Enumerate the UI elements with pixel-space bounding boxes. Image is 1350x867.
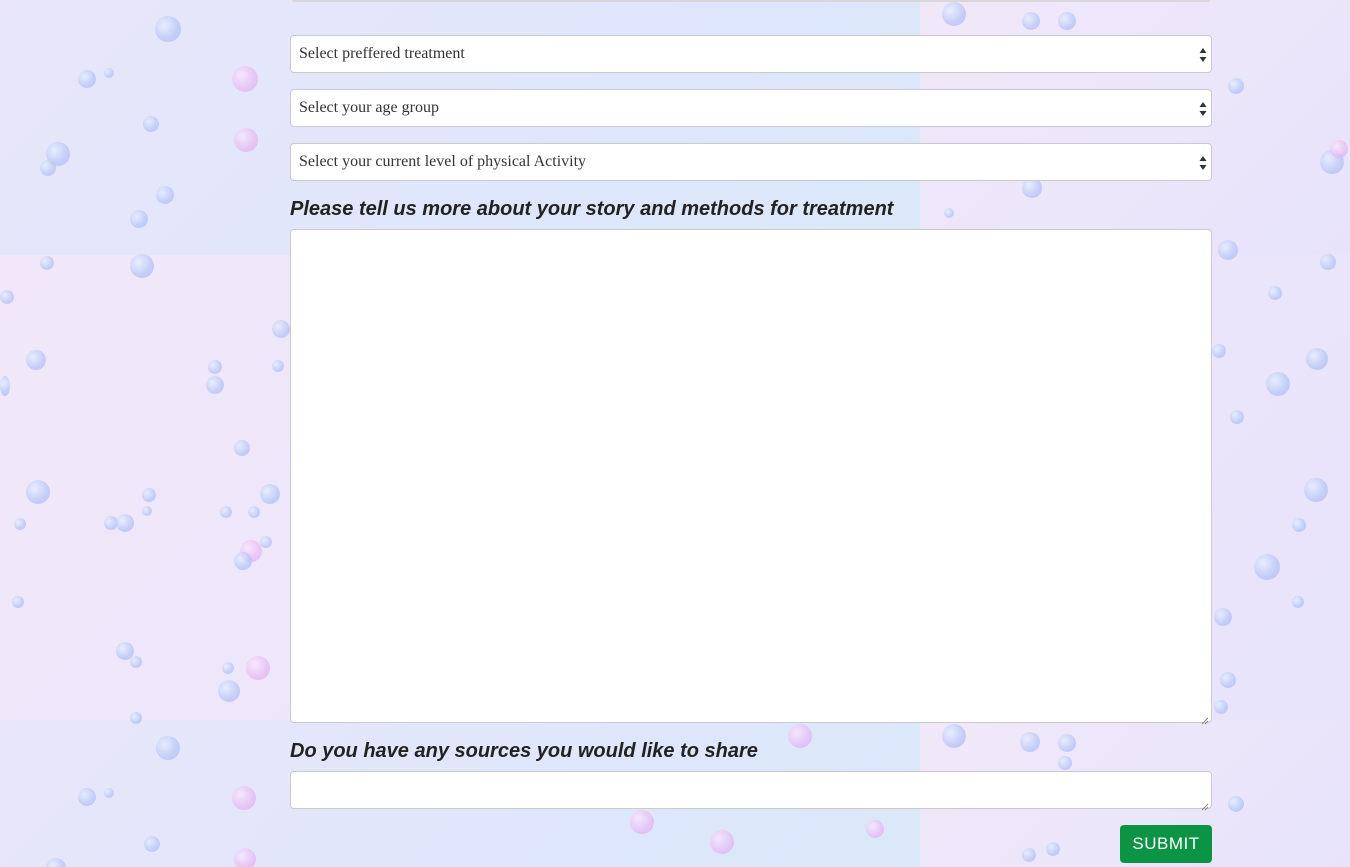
treatment-select[interactable]: Select preffered treatment bbox=[290, 35, 1212, 73]
activity-level-select[interactable]: Select your current level of physical Ac… bbox=[290, 143, 1212, 181]
resize-grip-icon[interactable] bbox=[1201, 798, 1209, 811]
age-group-select-value: Select your age group bbox=[299, 99, 439, 116]
select-arrows-icon bbox=[1199, 47, 1207, 63]
story-textarea[interactable] bbox=[290, 229, 1212, 725]
select-arrows-icon bbox=[1199, 155, 1207, 171]
activity-level-select-value: Select your current level of physical Ac… bbox=[299, 153, 587, 170]
select-arrows-icon bbox=[1199, 101, 1207, 117]
sources-textarea[interactable] bbox=[290, 771, 1212, 811]
sources-label: Do you have any sources you would like t… bbox=[290, 740, 758, 762]
resize-grip-icon[interactable] bbox=[1201, 712, 1209, 725]
treatment-select-value: Select preffered treatment bbox=[299, 45, 465, 62]
story-label: Please tell us more about your story and… bbox=[290, 198, 894, 220]
age-group-select[interactable]: Select your age group bbox=[290, 89, 1212, 127]
previous-field-edge bbox=[292, 0, 1210, 2]
submit-button[interactable]: SUBMIT bbox=[1120, 825, 1212, 863]
